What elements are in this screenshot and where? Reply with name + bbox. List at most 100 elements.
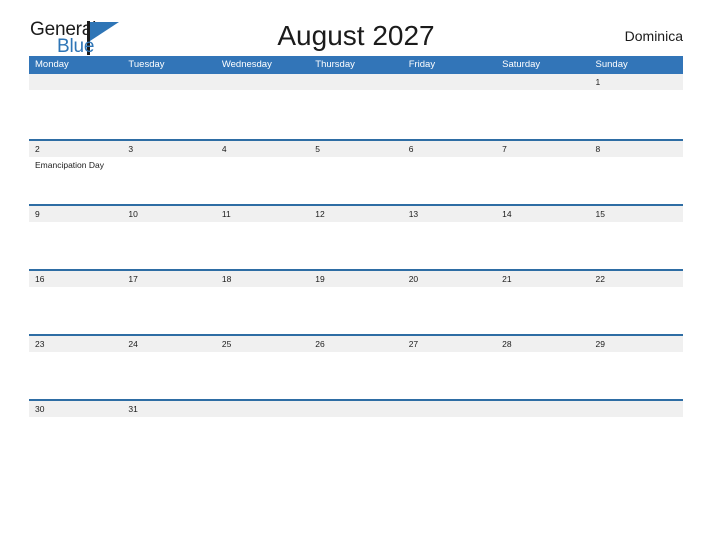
day-number-band: 13 (402, 206, 497, 222)
day-number-band (29, 74, 123, 90)
calendar-day-cell[interactable]: 15 (589, 206, 683, 269)
day-number-band: 19 (309, 271, 403, 287)
page-title: August 2027 (277, 20, 435, 51)
day-number-band (215, 401, 310, 417)
day-number-band: 23 (29, 336, 123, 352)
day-number-band: 12 (309, 206, 403, 222)
day-number: 30 (35, 404, 45, 414)
week-cells: 9 10 11 12 13 14 15 (29, 206, 683, 269)
calendar-day-cell[interactable]: 24 (122, 336, 216, 399)
calendar-day-cell[interactable]: 21 (496, 271, 590, 334)
calendar-grid: Monday Tuesday Wednesday Thursday Friday… (29, 56, 683, 464)
day-number-band: 16 (29, 271, 123, 287)
day-number-band: 9 (29, 206, 123, 222)
calendar-day-cell-empty (589, 401, 683, 464)
calendar-day-cell-empty (122, 74, 216, 139)
calendar-day-cell[interactable]: 20 (402, 271, 497, 334)
day-number: 14 (502, 209, 512, 219)
day-number-band: 25 (215, 336, 310, 352)
day-number-band: 15 (589, 206, 683, 222)
calendar-day-cell[interactable]: 25 (215, 336, 310, 399)
day-number: 7 (502, 144, 507, 154)
day-number-band (122, 74, 216, 90)
calendar-week-row: 23 24 25 26 27 28 29 (29, 334, 683, 399)
calendar-day-cell[interactable]: 30 (29, 401, 123, 464)
calendar-day-cell[interactable]: 9 (29, 206, 123, 269)
calendar-day-cell[interactable]: 18 (215, 271, 310, 334)
weekday-header-sunday: Sunday (595, 59, 628, 70)
day-number: 20 (408, 274, 419, 284)
calendar-day-cell[interactable]: 12 (309, 206, 403, 269)
day-number: 15 (595, 209, 605, 219)
calendar-day-cell[interactable]: 11 (215, 206, 310, 269)
day-number-band: 8 (589, 141, 683, 157)
day-number: 17 (128, 274, 138, 284)
day-number-band: 26 (309, 336, 403, 352)
weekday-header-friday: Friday (408, 59, 436, 70)
week-cells: 2 Emancipation Day 3 4 5 6 7 8 (29, 141, 683, 204)
day-number: 21 (502, 274, 512, 284)
calendar-day-cell[interactable]: 14 (496, 206, 590, 269)
calendar-day-cell[interactable]: 17 (122, 271, 216, 334)
calendar-day-cell[interactable]: 23 (29, 336, 123, 399)
calendar-day-cell[interactable]: 19 (309, 271, 403, 334)
day-number: 23 (35, 339, 45, 349)
week-cells: 23 24 25 26 27 28 29 (29, 336, 683, 399)
day-number: 8 (595, 144, 601, 154)
calendar-day-cell-empty (496, 401, 590, 464)
day-number: 25 (221, 339, 232, 349)
calendar-day-cell[interactable]: 5 (309, 141, 403, 204)
calendar-day-cell[interactable]: 27 (402, 336, 497, 399)
calendar-day-cell[interactable]: 8 (589, 141, 683, 204)
calendar-day-cell[interactable]: 13 (402, 206, 497, 269)
calendar-day-cell[interactable]: 26 (309, 336, 403, 399)
week-cells: 1 (29, 74, 683, 139)
day-number-band: 5 (309, 141, 403, 157)
calendar-week-row: 16 17 18 19 20 21 22 (29, 269, 683, 334)
calendar-day-cell-empty (309, 74, 403, 139)
calendar-day-cell-empty (402, 401, 497, 464)
day-number: 31 (128, 404, 138, 414)
calendar-week-row: 2 Emancipation Day 3 4 5 6 7 8 (29, 139, 683, 204)
page-header: General Blue August 2027 Dominica (29, 0, 683, 57)
calendar-day-cell[interactable]: 29 (589, 336, 683, 399)
day-number-band: 28 (496, 336, 590, 352)
calendar-day-cell[interactable]: 6 (402, 141, 497, 204)
calendar-day-cell[interactable]: 28 (496, 336, 590, 399)
calendar-day-cell[interactable]: 3 (122, 141, 216, 204)
calendar-day-cell-empty (496, 74, 590, 139)
day-number-band: 10 (122, 206, 216, 222)
calendar-day-cell[interactable]: 2 Emancipation Day (29, 141, 123, 204)
day-number-band: 1 (589, 74, 683, 90)
day-number-band: 3 (122, 141, 216, 157)
day-number-band: 6 (402, 141, 497, 157)
day-number-band: 29 (589, 336, 683, 352)
day-number-band: 18 (215, 271, 310, 287)
day-number: 6 (408, 144, 414, 154)
calendar-day-cell[interactable]: 31 (122, 401, 216, 464)
calendar-day-cell[interactable]: 1 (589, 74, 683, 139)
calendar-day-cell[interactable]: 22 (589, 271, 683, 334)
country-label: Dominica (624, 28, 683, 44)
calendar-week-row: 1 (29, 74, 683, 139)
weekday-header-wednesday: Wednesday (221, 59, 272, 70)
calendar-day-cell[interactable]: 4 (215, 141, 310, 204)
calendar-day-cell[interactable]: 16 (29, 271, 123, 334)
day-number: 10 (128, 209, 138, 219)
day-number-band (402, 74, 497, 90)
calendar-day-cell-empty (402, 74, 497, 139)
day-number: 12 (315, 209, 325, 219)
day-number-band: 4 (215, 141, 310, 157)
week-cells: 16 17 18 19 20 21 22 (29, 271, 683, 334)
calendar-week-row: 30 31 (29, 399, 683, 464)
day-number: 27 (408, 339, 419, 349)
day-number-band: 22 (589, 271, 683, 287)
day-number: 28 (502, 339, 512, 349)
calendar-day-cell[interactable]: 7 (496, 141, 590, 204)
day-number: 9 (35, 209, 40, 219)
calendar-day-cell[interactable]: 10 (122, 206, 216, 269)
day-number: 19 (315, 274, 325, 284)
calendar-day-cell-empty (29, 74, 123, 139)
day-number-band: 14 (496, 206, 590, 222)
day-number: 5 (315, 144, 320, 154)
